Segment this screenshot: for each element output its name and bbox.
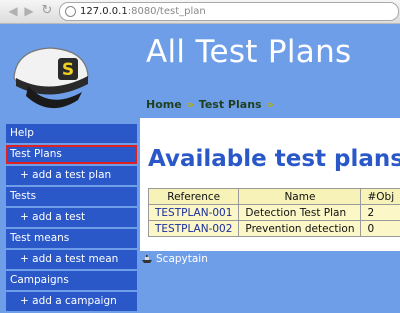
sidebar-item-add-test-mean[interactable]: + add a test mean <box>6 250 137 269</box>
table-row: TESTPLAN-001 Detection Test Plan 2 <box>149 205 400 221</box>
test-plans-table: Reference Name #Obj TESTPLAN-001 Detecti… <box>148 188 400 237</box>
sidebar-item-help[interactable]: Help <box>6 124 137 143</box>
breadcrumb-home[interactable]: Home <box>146 98 182 111</box>
breadcrumb: Home » Test Plans » <box>146 98 279 111</box>
main-content: Available test plans Reference Name #Obj… <box>140 118 400 251</box>
ship-icon <box>141 255 153 264</box>
plan-reference-link[interactable]: TESTPLAN-002 <box>149 221 239 237</box>
sidebar-item-add-campaign[interactable]: + add a campaign <box>6 292 137 311</box>
sidebar-item-campaigns[interactable]: Campaigns <box>6 271 137 290</box>
column-header-reference: Reference <box>149 189 239 205</box>
sidebar-item-test-plans[interactable]: Test Plans <box>6 145 137 164</box>
sidebar-item-add-test-plan[interactable]: + add a test plan <box>6 166 137 185</box>
footer: Scapytain <box>141 253 208 265</box>
plan-obj-count: 2 <box>361 205 400 221</box>
svg-text:S: S <box>62 60 74 80</box>
sidebar: Help Test Plans + add a test plan Tests … <box>6 124 137 313</box>
url-host: 127.0.0.1 <box>80 6 128 17</box>
breadcrumb-separator: » <box>267 98 274 111</box>
reload-icon[interactable]: ↻ <box>40 4 54 18</box>
sidebar-item-test-means[interactable]: Test means <box>6 229 137 248</box>
footer-label[interactable]: Scapytain <box>156 253 208 265</box>
sidebar-item-add-test[interactable]: + add a test <box>6 208 137 227</box>
plan-obj-count: 0 <box>361 221 400 237</box>
forward-arrow-icon[interactable]: ▶ <box>22 4 36 18</box>
plan-name: Prevention detection <box>239 221 361 237</box>
back-arrow-icon[interactable]: ◀ <box>6 4 20 18</box>
scapytain-logo-icon: S <box>6 38 94 118</box>
plan-reference-link[interactable]: TESTPLAN-001 <box>149 205 239 221</box>
page-title: All Test Plans <box>146 34 352 70</box>
sidebar-item-tests[interactable]: Tests <box>6 187 137 206</box>
breadcrumb-separator: » <box>187 98 194 111</box>
url-path: :8080/test_plan <box>128 6 206 17</box>
url-text: 127.0.0.1:8080/test_plan <box>80 3 206 20</box>
column-header-obj: #Obj <box>361 189 400 205</box>
plan-name: Detection Test Plan <box>239 205 361 221</box>
browser-toolbar: ◀ ▶ ↻ 127.0.0.1:8080/test_plan <box>0 0 400 24</box>
section-heading: Available test plans <box>148 146 400 172</box>
column-header-name: Name <box>239 189 361 205</box>
table-header-row: Reference Name #Obj <box>149 189 400 205</box>
breadcrumb-test-plans[interactable]: Test Plans <box>199 98 262 111</box>
globe-icon <box>65 6 76 17</box>
table-row: TESTPLAN-002 Prevention detection 0 <box>149 221 400 237</box>
address-bar[interactable]: 127.0.0.1:8080/test_plan <box>59 2 399 21</box>
